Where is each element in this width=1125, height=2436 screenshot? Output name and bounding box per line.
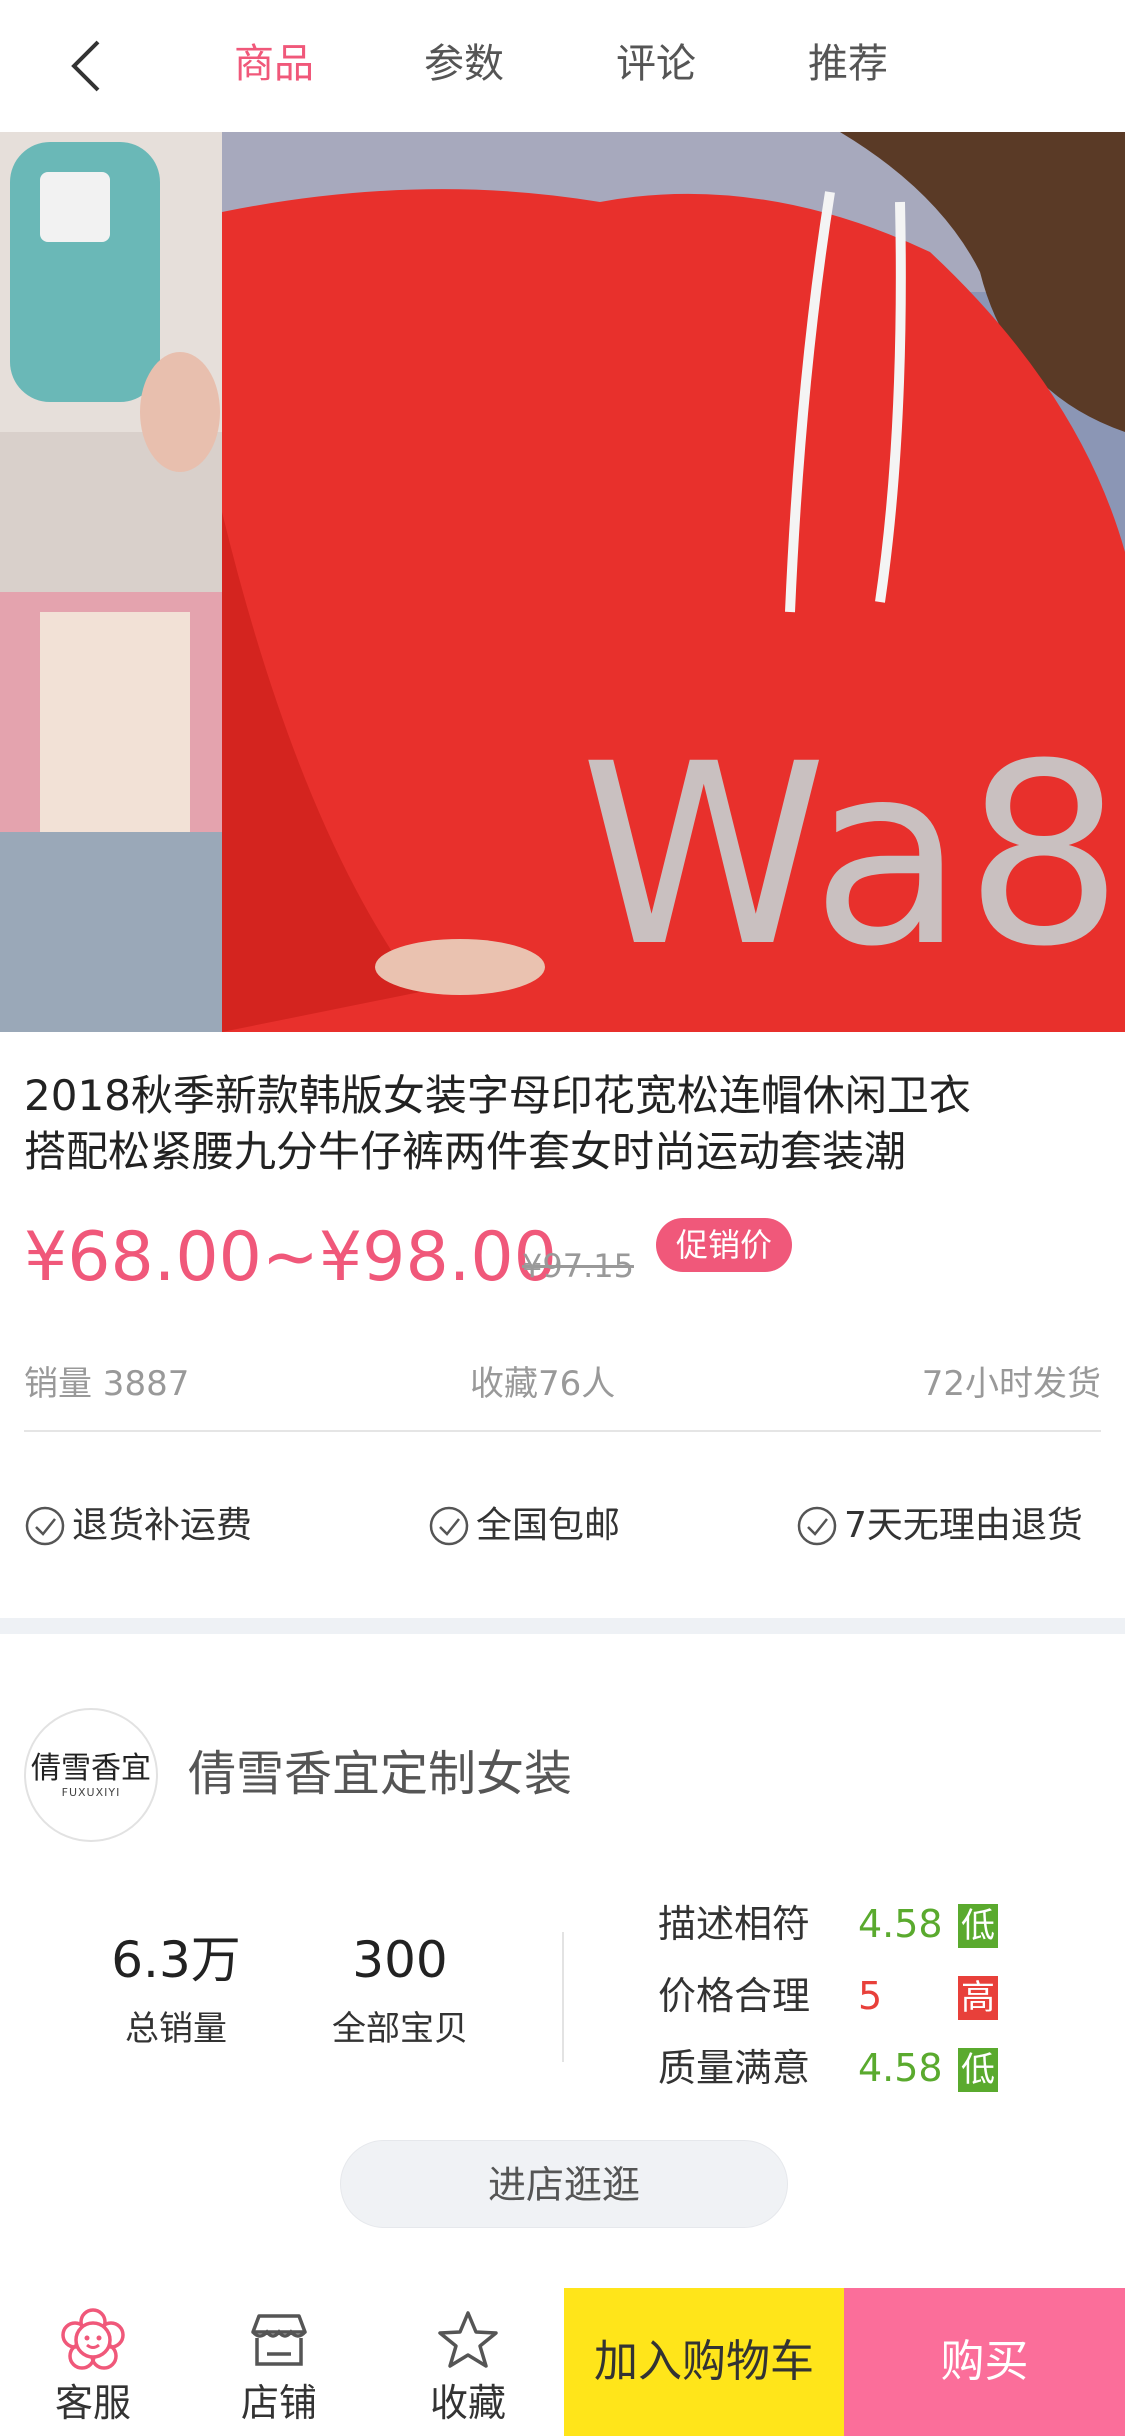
rating-label: 价格合理 <box>658 1974 811 2018</box>
star-icon <box>438 2311 498 2368</box>
rating-label: 质量满意 <box>658 2046 811 2090</box>
total-sales-value: 6.3万 <box>111 1931 241 1989</box>
guarantee-return-shipping: 退货补运费 <box>24 1496 252 1556</box>
rating-badge: 低 <box>958 1904 998 1948</box>
rating-label: 描述相符 <box>658 1902 811 1946</box>
shop-label: 店铺 <box>240 2381 317 2425</box>
product-image[interactable]: Wa8 <box>0 132 1125 1032</box>
divider <box>24 1430 1101 1432</box>
product-title-line-1: 2018秋季新款韩版女装字母印花宽松连帽休闲卫衣 <box>24 1071 971 1120</box>
product-stats: 销量 3887 收藏76人 72小时发货 <box>24 1356 1101 1412</box>
rating-value: 4.58 <box>858 2046 943 2090</box>
section-divider <box>0 1618 1125 1634</box>
rating-badge: 高 <box>958 1976 998 2020</box>
promo-badge: 促销价 <box>656 1218 793 1272</box>
product-title: 2018秋季新款韩版女装字母印花宽松连帽休闲卫衣 搭配松紧腰九分牛仔裤两件套女时… <box>24 1068 1104 1180</box>
check-circle-icon <box>429 1506 469 1546</box>
store-logo-subtext: FUXUXIYI <box>61 1785 121 1799</box>
service-label: 客服 <box>54 2381 131 2425</box>
favorite-count: 收藏76人 <box>470 1364 616 1404</box>
guarantee-label: 退货补运费 <box>72 1505 253 1546</box>
check-circle-icon <box>25 1506 65 1546</box>
shop-button[interactable]: 店铺 <box>186 2288 372 2436</box>
rating-value: 4.58 <box>858 1902 943 1946</box>
favorite-label: 收藏 <box>429 2381 506 2425</box>
all-items-label: 全部宝贝 <box>332 2009 468 2049</box>
all-items-value: 300 <box>352 1931 448 1989</box>
hoodie-print-text: Wa8 <box>580 710 1123 1001</box>
price-range: ¥68.00~¥98.00 <box>24 1218 557 1297</box>
tab-recommend[interactable]: 推荐 <box>808 34 888 94</box>
shipping-time: 72小时发货 <box>921 1364 1101 1404</box>
top-nav: 商品 参数 评论 推荐 <box>0 0 1125 132</box>
total-sales-metric: 6.3万 总销量 <box>76 1928 276 2054</box>
store-name[interactable]: 倩雪香宜定制女装 <box>188 1742 572 1806</box>
storefront-icon <box>251 2314 307 2366</box>
add-to-cart-button[interactable]: 加入购物车 <box>564 2288 844 2436</box>
rating-badge: 低 <box>958 2048 998 2092</box>
product-title-line-2: 搭配松紧腰九分牛仔裤两件套女时尚运动套装潮 <box>24 1127 907 1176</box>
rating-description: 描述相符 4.58 低 <box>658 1896 1018 1952</box>
favorite-button[interactable]: 收藏 <box>375 2288 561 2436</box>
guarantee-7day-return: 7天无理由退货 <box>796 1496 1083 1556</box>
enter-store-button[interactable]: 进店逛逛 <box>340 2140 788 2228</box>
flower-service-icon <box>61 2308 125 2370</box>
rating-value: 5 <box>858 1974 883 2018</box>
store-logo[interactable]: 倩雪香宜 FUXUXIYI <box>24 1708 158 1842</box>
guarantee-label: 全国包邮 <box>476 1505 621 1546</box>
service-guarantees: 退货补运费 全国包邮 7天无理由退货 <box>0 1496 1125 1556</box>
all-items-metric[interactable]: 300 全部宝贝 <box>300 1928 500 2054</box>
sales-count: 销量 3887 <box>24 1364 190 1404</box>
rating-quality: 质量满意 4.58 低 <box>658 2040 1018 2096</box>
total-sales-label: 总销量 <box>125 2009 227 2049</box>
guarantee-free-shipping: 全国包邮 <box>428 1496 620 1556</box>
chevron-left-icon[interactable] <box>60 36 120 96</box>
tab-params[interactable]: 参数 <box>424 34 504 94</box>
metric-separator <box>562 1932 564 2062</box>
tab-product[interactable]: 商品 <box>234 34 314 94</box>
check-circle-icon <box>797 1506 837 1546</box>
service-button[interactable]: 客服 <box>0 2288 186 2436</box>
guarantee-label: 7天无理由退货 <box>844 1505 1083 1546</box>
bottom-action-bar: 客服 店铺 收藏 加入购物车 购买 <box>0 2288 1125 2436</box>
buy-button[interactable]: 购买 <box>844 2288 1125 2436</box>
tab-reviews[interactable]: 评论 <box>616 34 696 94</box>
original-price: ¥97.15 <box>522 1247 634 1285</box>
rating-price: 价格合理 5 高 <box>658 1968 1018 2024</box>
store-logo-text: 倩雪香宜 <box>31 1750 151 1786</box>
